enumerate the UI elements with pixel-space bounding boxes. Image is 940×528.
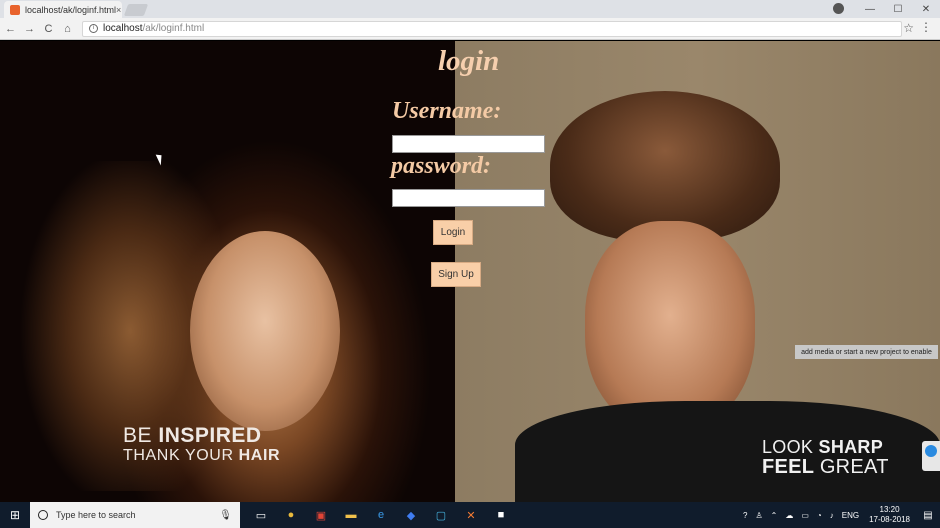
username-field[interactable] (392, 135, 545, 153)
pdf-reader-icon[interactable]: ▣ (306, 502, 336, 528)
slogan-right-line2-light: GREAT (819, 456, 889, 478)
photo-man-face-shape (585, 221, 755, 431)
sticky-notes-icon[interactable]: ■ (486, 502, 516, 528)
taskbar: ⊞ Type here to search 🎙 ▭ ● ▣ ▬ e ◆ ▢ ✕ … (0, 502, 940, 528)
xampp-favicon-icon (10, 4, 20, 15)
cloud-icon[interactable]: ☁ (785, 511, 793, 520)
xampp-icon[interactable]: ✕ (456, 502, 486, 528)
monitor-icon[interactable]: ▭ (801, 511, 809, 520)
man-hair-photo (455, 41, 940, 502)
slogan-left-line1-bold: INSPIRED (158, 424, 262, 447)
url-path: /ak/loginf.html (142, 23, 205, 34)
slogan-be-inspired: BE INSPIRED THANK YOUR HAIR (123, 424, 281, 466)
people-icon[interactable]: ♙ (755, 511, 762, 520)
volume-icon[interactable]: ♪ (830, 511, 834, 520)
taskbar-search[interactable]: Type here to search 🎙 (30, 502, 240, 528)
signup-button[interactable]: Sign Up (431, 262, 481, 287)
edge-icon[interactable]: e (366, 502, 396, 528)
teamviewer-icon (925, 445, 937, 457)
slogan-left-line2-bold: HAIR (238, 447, 281, 464)
app-icon[interactable]: ▢ (426, 502, 456, 528)
reload-icon[interactable]: C (40, 23, 57, 35)
tab-title: localhost/ak/loginf.html (25, 4, 117, 15)
browser-tab[interactable]: localhost/ak/loginf.html × (4, 1, 122, 18)
browser-menu-icon[interactable]: ⋮ (920, 20, 932, 34)
password-field[interactable] (392, 189, 545, 207)
browser-tab-strip: localhost/ak/loginf.html × — ☐ ✕ (0, 0, 940, 18)
username-label: Username: (392, 98, 502, 124)
login-button[interactable]: Login (433, 220, 473, 245)
microphone-icon[interactable]: 🎙 (219, 510, 232, 521)
clock[interactable]: 13:20 17-08-2018 (869, 505, 910, 525)
slogan-look-sharp: LOOK SHARP FEEL GREAT (762, 437, 889, 477)
wifi-icon[interactable]: ◔ (817, 511, 822, 520)
home-icon[interactable]: ⌂ (59, 23, 76, 35)
close-button[interactable]: ✕ (912, 4, 940, 15)
taskbar-apps: ▭ ● ▣ ▬ e ◆ ▢ ✕ ■ (246, 502, 516, 528)
slogan-right-line1-light: LOOK (762, 437, 819, 457)
tab-close-icon[interactable]: × (116, 5, 121, 15)
window-controls: — ☐ ✕ (856, 0, 940, 18)
language-indicator[interactable]: ENG (842, 511, 859, 520)
windows-start-icon[interactable]: ⊞ (0, 502, 30, 528)
search-placeholder: Type here to search (56, 510, 136, 520)
forward-arrow-icon[interactable]: → (21, 23, 38, 35)
notification-icon[interactable]: ▤ (920, 510, 936, 521)
bookmark-star-icon[interactable]: ☆ (903, 21, 914, 35)
address-bar[interactable]: i localhost/ak/loginf.html (82, 20, 902, 37)
new-tab-button[interactable] (123, 4, 149, 16)
page-title: login (438, 45, 500, 77)
chrome-icon[interactable]: ● (276, 502, 306, 528)
up-arrow-icon[interactable]: ⌃ (771, 511, 778, 520)
clock-date: 17-08-2018 (869, 515, 910, 524)
system-tray: ? ♙ ⌃ ☁ ▭ ◔ ♪ ENG 13:20 17-08-2018 ▤ (739, 505, 940, 525)
slogan-right-line1-bold: SHARP (818, 437, 884, 457)
slogan-left-line2-light: THANK YOUR (123, 447, 239, 464)
help-icon[interactable]: ? (743, 511, 747, 520)
cortana-circle-icon (38, 510, 48, 520)
photo-man-hair-shape (550, 91, 780, 241)
task-view-icon[interactable]: ▭ (246, 502, 276, 528)
info-icon[interactable]: i (89, 24, 98, 33)
slogan-left-line1-light: BE (123, 424, 159, 447)
browser-toolbar: ← → C ⌂ i localhost/ak/loginf.html (0, 18, 940, 40)
password-label: password: (391, 153, 492, 179)
url-host: localhost (103, 23, 143, 34)
clock-time: 13:20 (879, 505, 900, 514)
file-explorer-icon[interactable]: ▬ (336, 502, 366, 528)
slogan-right-line2-bold: FEEL (762, 456, 820, 478)
back-arrow-icon[interactable]: ← (2, 23, 19, 35)
dropbox-icon[interactable]: ◆ (396, 502, 426, 528)
photo-face-shape (190, 231, 340, 431)
side-widget[interactable] (922, 441, 940, 471)
login-page: BE INSPIRED THANK YOUR HAIR LOOK SHARP F… (0, 41, 940, 502)
maximize-button[interactable]: ☐ (884, 4, 912, 15)
profile-icon[interactable] (833, 3, 844, 14)
overlay-notice: add media or start a new project to enab… (795, 345, 938, 359)
minimize-button[interactable]: — (856, 4, 884, 15)
